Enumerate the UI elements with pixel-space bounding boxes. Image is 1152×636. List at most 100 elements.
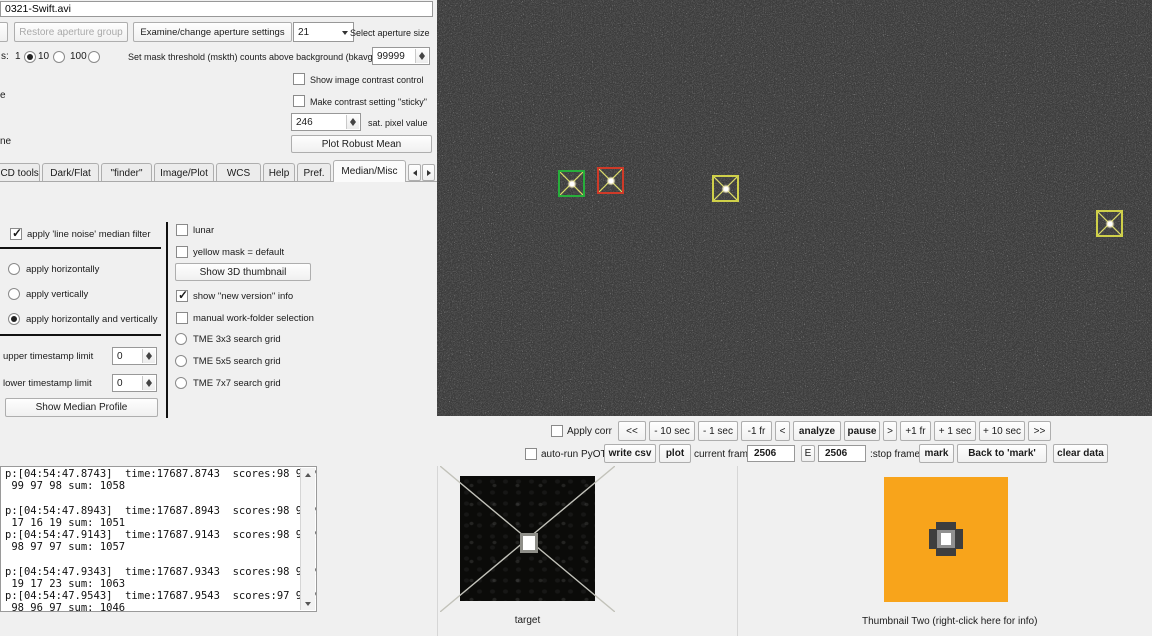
back-to-mark-button[interactable]: Back to 'mark': [957, 444, 1047, 463]
rewind-10s-fast-button[interactable]: <<: [618, 421, 646, 441]
e-button[interactable]: E: [801, 445, 815, 462]
jog-1-radio[interactable]: [24, 51, 36, 63]
sat-pixel-value: 246: [296, 117, 313, 128]
apply-corr-checkbox[interactable]: [551, 425, 563, 437]
clear-data-button[interactable]: clear data: [1053, 444, 1108, 463]
stop-frame-field[interactable]: 2506: [818, 445, 866, 462]
fwd-10sec-button[interactable]: + 10 sec: [979, 421, 1025, 441]
tab-pref[interactable]: Pref.: [297, 163, 331, 182]
filename-field[interactable]: [0, 1, 433, 17]
upper-timestamp-value: 0: [117, 351, 123, 362]
panel-separator: [437, 466, 438, 636]
mask-threshold-value: 99999: [377, 51, 405, 62]
analyze-button[interactable]: analyze: [793, 421, 841, 441]
show-contrast-checkbox[interactable]: [293, 73, 305, 85]
back-10sec-button[interactable]: - 10 sec: [649, 421, 695, 441]
arrow-down-icon: [305, 602, 311, 606]
image-display[interactable]: [437, 0, 1152, 416]
scroll-up-button[interactable]: [301, 468, 315, 481]
lower-timestamp-spinbox[interactable]: 0: [112, 374, 157, 392]
scroll-down-button[interactable]: [301, 597, 315, 610]
tab-dark-flat[interactable]: Dark/Flat: [42, 163, 99, 182]
apply-both-label: apply horizontally and vertically: [26, 314, 157, 325]
tab-scroll-left-button[interactable]: [408, 164, 421, 181]
spinner-arrows-icon[interactable]: [142, 376, 155, 390]
back-1sec-button[interactable]: - 1 sec: [698, 421, 738, 441]
target-star-blob: [520, 533, 538, 553]
spinner-arrows-icon[interactable]: [142, 349, 155, 363]
line-noise-filter-checkbox[interactable]: [10, 228, 22, 240]
thumbnail-two-image[interactable]: [884, 477, 1008, 602]
stop-frame-value: 2506: [825, 448, 847, 459]
fast-forward-button[interactable]: >>: [1028, 421, 1051, 441]
tab-wcs[interactable]: WCS: [216, 163, 261, 182]
upper-timestamp-label: upper timestamp limit: [3, 351, 93, 362]
jog-10-radio[interactable]: [53, 51, 65, 63]
manual-folder-label: manual work-folder selection: [193, 313, 314, 324]
aperture-size-select[interactable]: 21: [293, 22, 354, 42]
show-3d-thumbnail-button[interactable]: Show 3D thumbnail: [175, 263, 311, 281]
step-back-button[interactable]: <: [775, 421, 790, 441]
apply-horizontally-label: apply horizontally: [26, 264, 99, 275]
jog-100-radio[interactable]: [88, 51, 100, 63]
plot-robust-mean-button[interactable]: Plot Robust Mean: [291, 135, 432, 153]
fwd-1sec-button[interactable]: + 1 sec: [934, 421, 976, 441]
plot-button[interactable]: plot: [659, 444, 691, 463]
tab-help[interactable]: Help: [263, 163, 295, 182]
target-thumbnail-label: target: [460, 615, 595, 626]
sat-pixel-spinbox[interactable]: 246: [291, 113, 361, 131]
new-version-info-label: show "new version" info: [193, 291, 293, 302]
yellow-mask-checkbox[interactable]: [176, 246, 188, 258]
upper-timestamp-spinbox[interactable]: 0: [112, 347, 157, 365]
manual-folder-checkbox[interactable]: [176, 312, 188, 324]
pause-button[interactable]: pause: [844, 421, 880, 441]
lower-timestamp-label: lower timestamp limit: [3, 378, 92, 389]
write-csv-button[interactable]: write csv: [604, 444, 656, 463]
mask-threshold-spinbox[interactable]: 99999: [372, 47, 430, 65]
log-scrollbar[interactable]: [300, 468, 315, 610]
current-frame-field[interactable]: 2506: [747, 445, 795, 462]
apply-vertically-radio[interactable]: [8, 288, 20, 300]
fwd-1frame-button[interactable]: +1 fr: [900, 421, 931, 441]
spinner-arrows-icon[interactable]: [346, 115, 359, 129]
tme-5x5-radio[interactable]: [175, 355, 187, 367]
left-edge-fragment: ne: [0, 136, 11, 147]
arrow-left-icon: [413, 170, 417, 176]
line-noise-filter-label: apply 'line noise' median filter: [27, 229, 151, 240]
current-frame-value: 2506: [754, 448, 776, 459]
show-median-profile-button[interactable]: Show Median Profile: [5, 398, 158, 417]
apply-both-radio[interactable]: [8, 313, 20, 325]
log-output[interactable]: p:[04:54:47.8743] time:17687.8743 scores…: [0, 466, 317, 612]
tme-3x3-radio[interactable]: [175, 333, 187, 345]
yellow-mask-label: yellow mask = default: [193, 247, 284, 258]
log-text: p:[04:54:47.8743] time:17687.8743 scores…: [5, 468, 300, 612]
sat-pixel-label: sat. pixel value: [368, 118, 428, 128]
apply-horizontally-radio[interactable]: [8, 263, 20, 275]
back-1frame-button[interactable]: -1 fr: [741, 421, 772, 441]
step-forward-button[interactable]: >: [883, 421, 897, 441]
starfield-noise: [437, 0, 1152, 416]
mask-threshold-label: Set mask threshold (mskth) counts above …: [128, 52, 376, 62]
auto-run-pyote-label: auto-run PyOTE: [541, 449, 613, 460]
examine-aperture-settings-button[interactable]: Examine/change aperture settings: [133, 22, 292, 42]
jog-1-label: 1: [15, 51, 21, 62]
tme-5x5-label: TME 5x5 search grid: [193, 356, 281, 367]
lunar-checkbox[interactable]: [176, 224, 188, 236]
tab-ccd-tools[interactable]: CCD tools: [0, 163, 40, 182]
tab-finder[interactable]: "finder": [101, 163, 152, 182]
tab-image-plot[interactable]: Image/Plot: [154, 163, 214, 182]
cutoff-left-button[interactable]: [0, 22, 8, 42]
new-version-info-checkbox[interactable]: [176, 290, 188, 302]
restore-aperture-group-button[interactable]: Restore aperture group: [14, 22, 128, 42]
auto-run-pyote-checkbox[interactable]: [525, 448, 537, 460]
spinner-arrows-icon[interactable]: [415, 49, 428, 63]
stop-frame-label: :stop frame: [870, 449, 920, 460]
tab-scroll-right-button[interactable]: [422, 164, 435, 181]
select-aperture-size-label: Select aperture size: [350, 28, 430, 38]
divider: [0, 334, 161, 336]
mark-button[interactable]: mark: [919, 444, 954, 463]
tab-median-misc[interactable]: Median/Misc: [333, 160, 406, 182]
aperture-size-value: 21: [298, 27, 309, 38]
tme-7x7-radio[interactable]: [175, 377, 187, 389]
sticky-contrast-checkbox[interactable]: [293, 95, 305, 107]
